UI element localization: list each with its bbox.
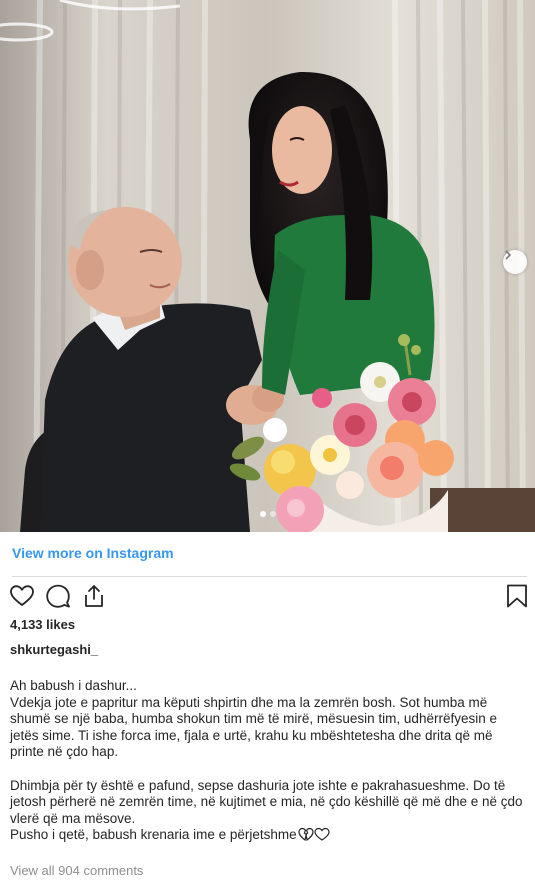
caption-line: Ah babush i dashur... <box>10 678 137 693</box>
view-all-comments-link[interactable]: View all 904 comments <box>10 863 143 879</box>
carousel-indicator <box>0 511 535 517</box>
caption: Ah babush i dashur... Vdekja jote e papr… <box>10 678 525 844</box>
likes-count[interactable]: 4,133 likes <box>10 617 75 633</box>
caption-last-line-text: Pusho i qetë, babush krenaria ime e përj… <box>10 827 297 843</box>
chevron-right-icon <box>505 250 512 260</box>
comment-button[interactable] <box>45 583 71 609</box>
speech-bubble-icon <box>46 584 70 608</box>
caption-last-line: Pusho i qetë, babush krenaria ime e përj… <box>10 827 525 844</box>
carousel-dot-active <box>259 511 266 517</box>
carousel-dot <box>269 511 276 517</box>
divider <box>12 576 527 577</box>
post-photo[interactable] <box>0 0 535 532</box>
save-button[interactable] <box>504 583 530 609</box>
caption-paragraph: Dhimbja për ty është e pafund, sepse das… <box>10 777 523 826</box>
bookmark-icon <box>507 584 527 608</box>
username-link[interactable]: shkurtegashi_ <box>10 642 98 658</box>
view-more-on-instagram-link[interactable]: View more on Instagram <box>12 544 174 562</box>
caption-paragraph: Vdekja jote e papritur ma këputi shpirti… <box>10 694 497 760</box>
share-upload-icon <box>85 585 103 607</box>
action-bar <box>0 581 535 611</box>
share-button[interactable] <box>81 583 107 609</box>
photo-illustration <box>0 0 535 532</box>
broken-heart-emoji-icon <box>298 828 330 842</box>
heart-outline-icon <box>10 585 34 606</box>
like-button[interactable] <box>9 583 35 609</box>
carousel-next-button[interactable] <box>503 250 527 274</box>
